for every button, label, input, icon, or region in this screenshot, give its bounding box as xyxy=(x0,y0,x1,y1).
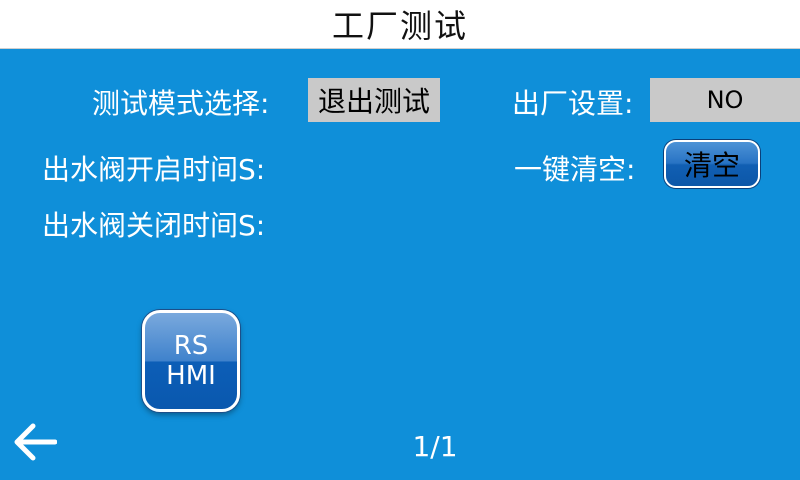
test-mode-select[interactable]: 退出测试 xyxy=(308,78,440,122)
valve-close-time-label: 出水阀关闭时间S: xyxy=(42,209,266,242)
title-bar: 工厂测试 xyxy=(0,0,800,49)
factory-setting-label: 出厂设置: xyxy=(512,87,634,120)
rs-hmi-button[interactable]: RS HMI xyxy=(142,310,240,412)
page-indicator: 1/1 xyxy=(412,430,458,463)
back-button[interactable] xyxy=(10,420,58,464)
factory-setting-select[interactable]: NO xyxy=(650,78,800,122)
rs-hmi-line2: HMI xyxy=(166,361,216,391)
page-title: 工厂测试 xyxy=(331,7,468,45)
test-mode-label: 测试模式选择: xyxy=(92,87,270,120)
clear-button[interactable]: 清空 xyxy=(664,140,760,188)
left-arrow-icon xyxy=(14,423,57,461)
valve-open-time-label: 出水阀开启时间S: xyxy=(42,153,266,186)
one-key-clear-label: 一键清空: xyxy=(514,153,636,186)
rs-hmi-line1: RS xyxy=(173,331,209,361)
